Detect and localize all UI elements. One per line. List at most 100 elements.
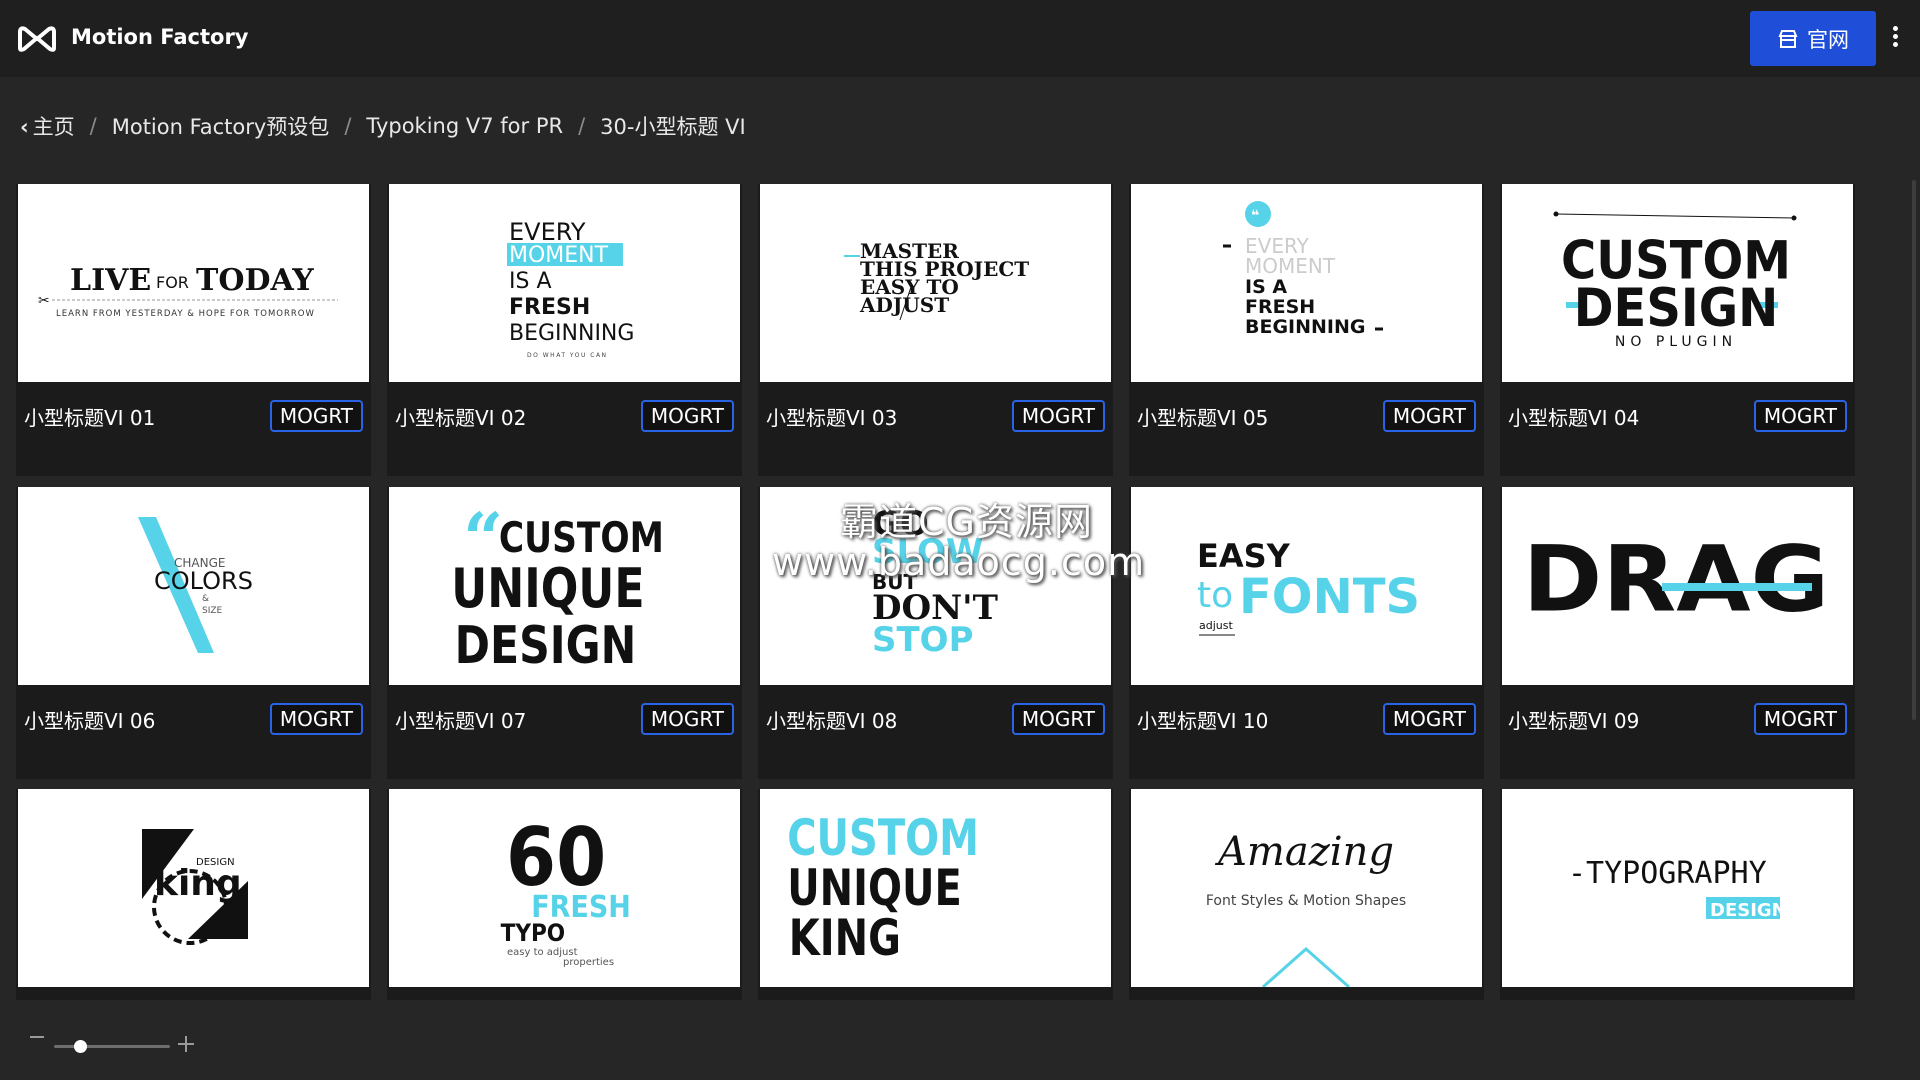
svg-text:IS A: IS A <box>509 269 552 294</box>
top-bar: Motion Factory 官网 <box>0 0 1920 77</box>
thumb-04-art: CUSTOM DESIGN NO PLUGIN <box>1553 211 1797 350</box>
svg-text:FONTS: FONTS <box>1239 569 1420 625</box>
thumb-15-art: -TYPOGRAPHY DESIGN <box>1568 856 1787 921</box>
svg-text:MOMENT: MOMENT <box>509 243 609 268</box>
breadcrumb-collection[interactable]: Typoking V7 for PR <box>366 114 563 138</box>
mogrt-badge: MOGRT <box>1382 703 1476 735</box>
preset-thumbnail: CUSTOM DESIGN NO PLUGIN <box>1502 184 1853 382</box>
preset-card[interactable]: MASTER THIS PROJECT EASY TO ADJUST 小型标题V… <box>758 184 1113 476</box>
preset-card[interactable]: CUSTOM UNIQUE KING <box>758 789 1113 1000</box>
preset-card[interactable]: “ CUSTOM UNIQUE DESIGN 小型标题VI 07 MOGRT <box>387 487 742 779</box>
preset-card[interactable]: ❝ EVERY MOMENT IS A FRESH BEGINNING 小型标题… <box>1129 184 1484 476</box>
preset-thumbnail: CHANGE COLORS & SIZE <box>18 487 369 685</box>
preset-thumbnail: Amazing Font Styles & Motion Shapes <box>1131 789 1482 987</box>
official-site-label: 官网 <box>1807 27 1849 52</box>
vertical-scrollbar[interactable] <box>1912 180 1916 720</box>
preset-card[interactable]: CHANGE COLORS & SIZE 小型标题VI 06 MOGRT <box>16 487 371 779</box>
zoom-slider-handle[interactable] <box>74 1040 87 1053</box>
svg-text:LIVE: LIVE <box>70 263 151 298</box>
thumb-12-art: 60 FRESH TYPO easy to adjust properties <box>501 810 631 968</box>
svg-text:STOP: STOP <box>872 620 974 660</box>
thumb-06-art: CHANGE COLORS & SIZE <box>138 517 253 653</box>
store-icon <box>1778 29 1798 48</box>
preset-card[interactable]: -TYPOGRAPHY DESIGN <box>1500 789 1855 1000</box>
svg-text:properties: properties <box>563 957 614 968</box>
preset-name: 小型标题VI 01 <box>24 406 156 430</box>
svg-text:king: king <box>154 863 242 904</box>
svg-text:KING: KING <box>789 909 901 968</box>
preset-name: 小型标题VI 10 <box>1137 709 1269 733</box>
preset-card[interactable]: Amazing Font Styles & Motion Shapes <box>1129 789 1484 1000</box>
svg-text:✂: ✂ <box>38 293 50 309</box>
preset-card[interactable]: 60 FRESH TYPO easy to adjust properties <box>387 789 742 1000</box>
motion-factory-logo-icon <box>18 26 56 52</box>
thumb-10-art: EASY to FONTS adjust <box>1197 537 1420 636</box>
preset-name: 小型标题VI 02 <box>395 406 527 430</box>
svg-text:Font Styles & Motion Shapes: Font Styles & Motion Shapes <box>1206 893 1406 909</box>
chevron-left-icon: ‹ <box>20 115 29 139</box>
svg-text:DESIGN: DESIGN <box>455 616 637 676</box>
zoom-in-icon[interactable] <box>178 1036 194 1052</box>
svg-text:IS A: IS A <box>1245 276 1287 298</box>
preset-card[interactable]: CUSTOM DESIGN NO PLUGIN 小型标题VI 04 MOGRT <box>1500 184 1855 476</box>
preset-card[interactable]: EVERY MOMENT IS A FRESH BEGINNING DO WHA… <box>387 184 742 476</box>
breadcrumb-home[interactable]: ‹ 主页 <box>20 111 75 141</box>
watermark-title: 霸道CG资源网 <box>840 500 1093 544</box>
preset-name: 小型标题VI 03 <box>766 406 898 430</box>
preset-thumbnail: ❝ EVERY MOMENT IS A FRESH BEGINNING <box>1131 184 1482 382</box>
preset-name: 小型标题VI 04 <box>1508 406 1640 430</box>
preset-thumbnail: DRAG <box>1502 487 1853 685</box>
preset-thumbnail: EASY to FONTS adjust <box>1131 487 1482 685</box>
breadcrumb-separator: / <box>578 114 586 138</box>
svg-text:UNIQUE: UNIQUE <box>451 557 644 620</box>
svg-text:&: & <box>202 594 209 604</box>
zoom-out-icon[interactable] <box>30 1036 44 1038</box>
preset-card[interactable]: DRAG 小型标题VI 09 MOGRT <box>1500 487 1855 779</box>
preset-thumbnail: “ CUSTOM UNIQUE DESIGN <box>389 487 740 685</box>
svg-text:CUSTOM: CUSTOM <box>499 514 664 563</box>
mogrt-badge: MOGRT <box>269 400 363 432</box>
kebab-menu-icon[interactable] <box>1888 24 1902 52</box>
svg-text:to: to <box>1197 575 1233 616</box>
preset-card[interactable]: LIVE FOR TODAY ✂ LEARN FROM YESTERDAY & … <box>16 184 371 476</box>
preset-thumbnail: EVERY MOMENT IS A FRESH BEGINNING DO WHA… <box>389 184 740 382</box>
preset-card[interactable]: EASY to FONTS adjust 小型标题VI 10 MOGRT <box>1129 487 1484 779</box>
preset-card[interactable]: DESIGN king <box>16 789 371 1000</box>
thumb-02-art: EVERY MOMENT IS A FRESH BEGINNING DO WHA… <box>507 218 634 359</box>
breadcrumb-pack[interactable]: Motion Factory预设包 <box>112 111 330 141</box>
thumb-03-art: MASTER THIS PROJECT EASY TO ADJUST <box>844 239 1029 321</box>
breadcrumb: ‹ 主页 / Motion Factory预设包 / Typoking V7 fo… <box>20 111 746 141</box>
preset-name: 小型标题VI 08 <box>766 709 898 733</box>
breadcrumb-current: 30-小型标题 VI <box>600 115 746 139</box>
mogrt-badge: MOGRT <box>1011 703 1105 735</box>
svg-text:DESIGN: DESIGN <box>1710 900 1787 921</box>
svg-text:DRAG: DRAG <box>1523 527 1830 633</box>
mogrt-badge: MOGRT <box>1382 400 1476 432</box>
preset-thumbnail: 60 FRESH TYPO easy to adjust properties <box>389 789 740 987</box>
preset-thumbnail: -TYPOGRAPHY DESIGN <box>1502 789 1853 987</box>
thumb-11-art: DESIGN king <box>142 829 248 945</box>
app-title: Motion Factory <box>71 25 249 49</box>
thumb-05-art: ❝ EVERY MOMENT IS A FRESH BEGINNING <box>1223 201 1383 338</box>
mogrt-badge: MOGRT <box>640 400 734 432</box>
mogrt-badge: MOGRT <box>1753 703 1847 735</box>
preset-thumbnail: CUSTOM UNIQUE KING <box>760 789 1111 987</box>
svg-text:NO PLUGIN: NO PLUGIN <box>1615 334 1737 350</box>
breadcrumb-separator: / <box>344 114 352 138</box>
svg-text:TODAY: TODAY <box>196 263 314 298</box>
mogrt-badge: MOGRT <box>269 703 363 735</box>
zoom-slider-track[interactable] <box>54 1045 170 1048</box>
thumb-09-art: DRAG <box>1523 527 1830 633</box>
bottom-bar <box>0 1000 1920 1080</box>
thumb-13-art: CUSTOM UNIQUE KING <box>787 809 979 968</box>
preset-thumbnail: LIVE FOR TODAY ✂ LEARN FROM YESTERDAY & … <box>18 184 369 382</box>
preset-name: 小型标题VI 07 <box>395 709 527 733</box>
preset-name: 小型标题VI 09 <box>1508 709 1640 733</box>
preset-thumbnail: DESIGN king <box>18 789 369 987</box>
svg-text:TYPO: TYPO <box>501 920 566 947</box>
official-site-button[interactable]: 官网 <box>1750 11 1876 66</box>
thumb-14-art: Amazing Font Styles & Motion Shapes <box>1206 829 1406 987</box>
svg-text:DESIGN: DESIGN <box>1574 277 1779 339</box>
svg-text:-TYPOGRAPHY: -TYPOGRAPHY <box>1568 856 1767 891</box>
mogrt-badge: MOGRT <box>1011 400 1105 432</box>
